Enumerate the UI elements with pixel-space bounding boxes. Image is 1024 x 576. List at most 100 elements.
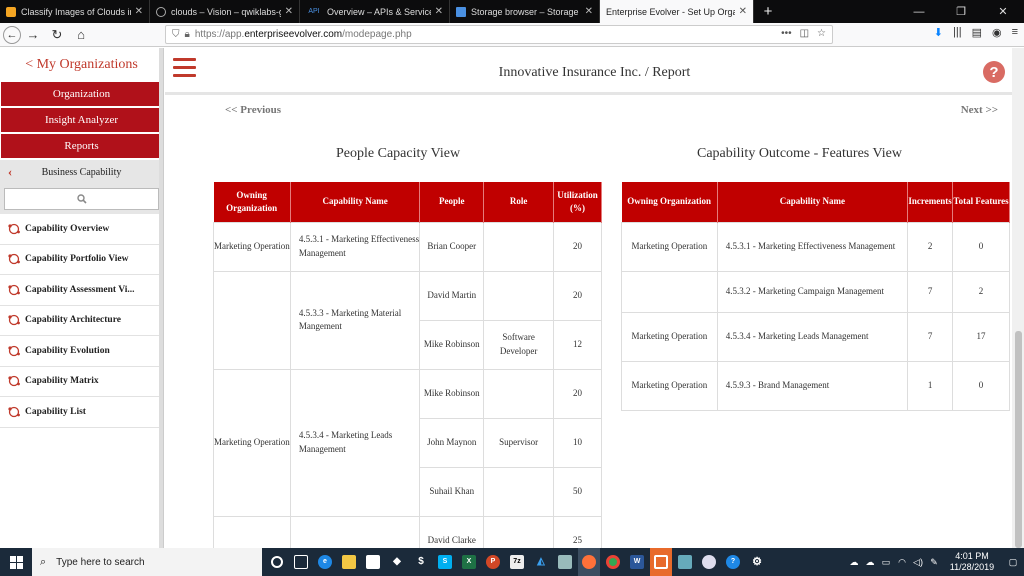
menu-icon[interactable]: ≡: [1012, 26, 1018, 39]
forward-icon[interactable]: →: [21, 25, 45, 45]
capability-cell: 4.5.3.1 - Marketing Effectiveness Manage…: [289, 221, 421, 272]
close-tab-icon[interactable]: ✕: [585, 6, 593, 17]
column-header[interactable]: Total Features: [952, 182, 1010, 222]
settings-gear-icon[interactable]: ⚙: [746, 548, 768, 576]
sidebar-item[interactable]: Capability Architecture: [0, 306, 163, 336]
word-icon[interactable]: W: [626, 548, 648, 576]
url-bar[interactable]: ⛉ 🔒︎ https://app. enterpriseevolver.com/m…: [165, 25, 833, 44]
help-app-icon[interactable]: ?: [722, 548, 744, 576]
org-cell: Marketing Operation: [621, 360, 718, 411]
pen-icon[interactable]: ✎: [926, 557, 942, 568]
download-icon[interactable]: ⬇: [934, 26, 943, 39]
utilization-cell: 12: [553, 319, 602, 370]
browser-tab[interactable]: Storage browser – Storage – q ✕: [450, 0, 600, 23]
taskbar-search-box[interactable]: ⌕ Type here to search: [32, 548, 262, 576]
new-tab-button[interactable]: +: [754, 0, 782, 23]
column-header[interactable]: Capability Name: [290, 182, 421, 222]
back-icon[interactable]: ←: [3, 25, 21, 44]
sidebar-item[interactable]: Capability Overview: [0, 214, 163, 245]
office-icon[interactable]: [650, 548, 672, 576]
sidebar-item[interactable]: Capability List: [0, 397, 163, 428]
browser-tab[interactable]: Classify Images of Clouds in the ✕: [0, 0, 150, 23]
powerpoint-icon[interactable]: P: [482, 548, 504, 576]
sidebar-toggle-icon[interactable]: ▤: [972, 26, 982, 39]
help-icon[interactable]: ?: [983, 61, 1005, 83]
cortana-icon[interactable]: [266, 548, 288, 576]
sidebar-scrollbar[interactable]: [159, 48, 163, 548]
dropbox-icon[interactable]: ◆: [386, 548, 408, 576]
paint-icon[interactable]: [698, 548, 720, 576]
organization-button[interactable]: Organization: [1, 82, 162, 106]
page-actions-icon[interactable]: •••: [781, 28, 792, 39]
chevron-left-icon[interactable]: ‹: [0, 164, 20, 180]
edge-icon[interactable]: e: [314, 548, 336, 576]
cloud-icon[interactable]: ☁: [846, 557, 862, 568]
org-cell: Marketing Operation: [621, 221, 718, 272]
close-tab-icon[interactable]: ✕: [739, 6, 747, 17]
app-icon[interactable]: $: [410, 548, 432, 576]
page-title: Innovative Insurance Inc. / Report: [498, 65, 691, 80]
windows-start-icon[interactable]: [0, 548, 32, 576]
column-header[interactable]: Increments: [907, 182, 954, 222]
taskbar-clock[interactable]: 4:01 PM 11/28/2019: [942, 551, 1002, 574]
volume-icon[interactable]: ◁): [910, 557, 926, 568]
display-icon[interactable]: ▭: [878, 557, 894, 568]
capability-cell: 4.5.3.4 - Marketing Leads Management: [289, 368, 421, 517]
page-scrollbar[interactable]: [1012, 48, 1024, 548]
scrollbar-thumb[interactable]: [1015, 331, 1022, 548]
next-link[interactable]: Next >>: [961, 104, 998, 116]
sidebar-item[interactable]: Capability Portfolio View: [0, 245, 163, 275]
table-row: Marketing Operation 4.5.3.4 - Marketing …: [213, 368, 602, 517]
file-explorer-icon[interactable]: [338, 548, 360, 576]
column-header[interactable]: People: [419, 182, 485, 222]
minimize-icon[interactable]: —: [898, 0, 940, 23]
7zip-icon[interactable]: 7z: [506, 548, 528, 576]
notepad-icon[interactable]: [554, 548, 576, 576]
task-view-icon[interactable]: [290, 548, 312, 576]
skype-icon[interactable]: S: [434, 548, 456, 576]
browser-tab-active[interactable]: Enterprise Evolver - Set Up Organiz ✕: [600, 0, 754, 23]
sidebar-item[interactable]: Capability Assessment Vi...: [0, 275, 163, 306]
home-icon[interactable]: ⌂: [69, 25, 93, 45]
reports-button[interactable]: Reports: [1, 134, 162, 158]
org-cell: Marketing Operation: [213, 221, 291, 272]
mail-icon[interactable]: [362, 548, 384, 576]
my-organizations-link[interactable]: < My Organizations: [0, 48, 163, 82]
window-app-icon[interactable]: [674, 548, 696, 576]
insight-analyzer-button[interactable]: Insight Analyzer: [1, 108, 162, 132]
chrome-icon[interactable]: [602, 548, 624, 576]
bookmark-star-icon[interactable]: ☆: [817, 28, 826, 39]
close-tab-icon[interactable]: ✕: [435, 6, 443, 17]
org-cell: [621, 270, 718, 313]
column-header[interactable]: Owning Organization: [621, 182, 718, 222]
close-window-icon[interactable]: ✕: [982, 0, 1024, 23]
wifi-icon[interactable]: ◠: [894, 557, 910, 568]
sidebar-search-input[interactable]: [4, 188, 159, 210]
restore-icon[interactable]: ❐: [940, 0, 982, 23]
close-tab-icon[interactable]: ✕: [285, 6, 293, 17]
vscode-icon[interactable]: ◭: [530, 548, 552, 576]
sidebar-item[interactable]: Capability Matrix: [0, 367, 163, 397]
shield-icon[interactable]: ⛉: [172, 29, 180, 40]
lock-icon[interactable]: 🔒︎: [185, 29, 190, 40]
capability-cell: [289, 515, 421, 548]
account-icon[interactable]: ◉: [992, 26, 1002, 39]
library-icon[interactable]: |||: [953, 26, 962, 39]
previous-link[interactable]: << Previous: [225, 104, 281, 116]
column-header[interactable]: Capability Name: [717, 182, 909, 222]
column-header[interactable]: Role: [483, 182, 554, 222]
column-header[interactable]: Utilization (%): [553, 182, 602, 222]
pocket-icon[interactable]: ◫: [800, 28, 809, 39]
capability-cell: 4.5.3.1 - Marketing Effectiveness Manage…: [716, 221, 909, 272]
browser-tab[interactable]: clouds – Vision – qwiklabs-gcp ✕: [150, 0, 300, 23]
notifications-icon[interactable]: ▢: [1002, 557, 1024, 568]
firefox-icon[interactable]: [578, 548, 600, 576]
browser-tab[interactable]: API Overview – APIs & Services – q ✕: [300, 0, 450, 23]
reload-icon[interactable]: ↻: [45, 25, 69, 45]
excel-icon[interactable]: X: [458, 548, 480, 576]
business-capability-header[interactable]: ‹ Business Capability: [0, 160, 163, 184]
column-header[interactable]: Owning Organization: [213, 182, 291, 222]
close-tab-icon[interactable]: ✕: [135, 6, 143, 17]
sidebar-item[interactable]: Capability Evolution: [0, 336, 163, 367]
onedrive-icon[interactable]: ☁: [862, 557, 878, 568]
